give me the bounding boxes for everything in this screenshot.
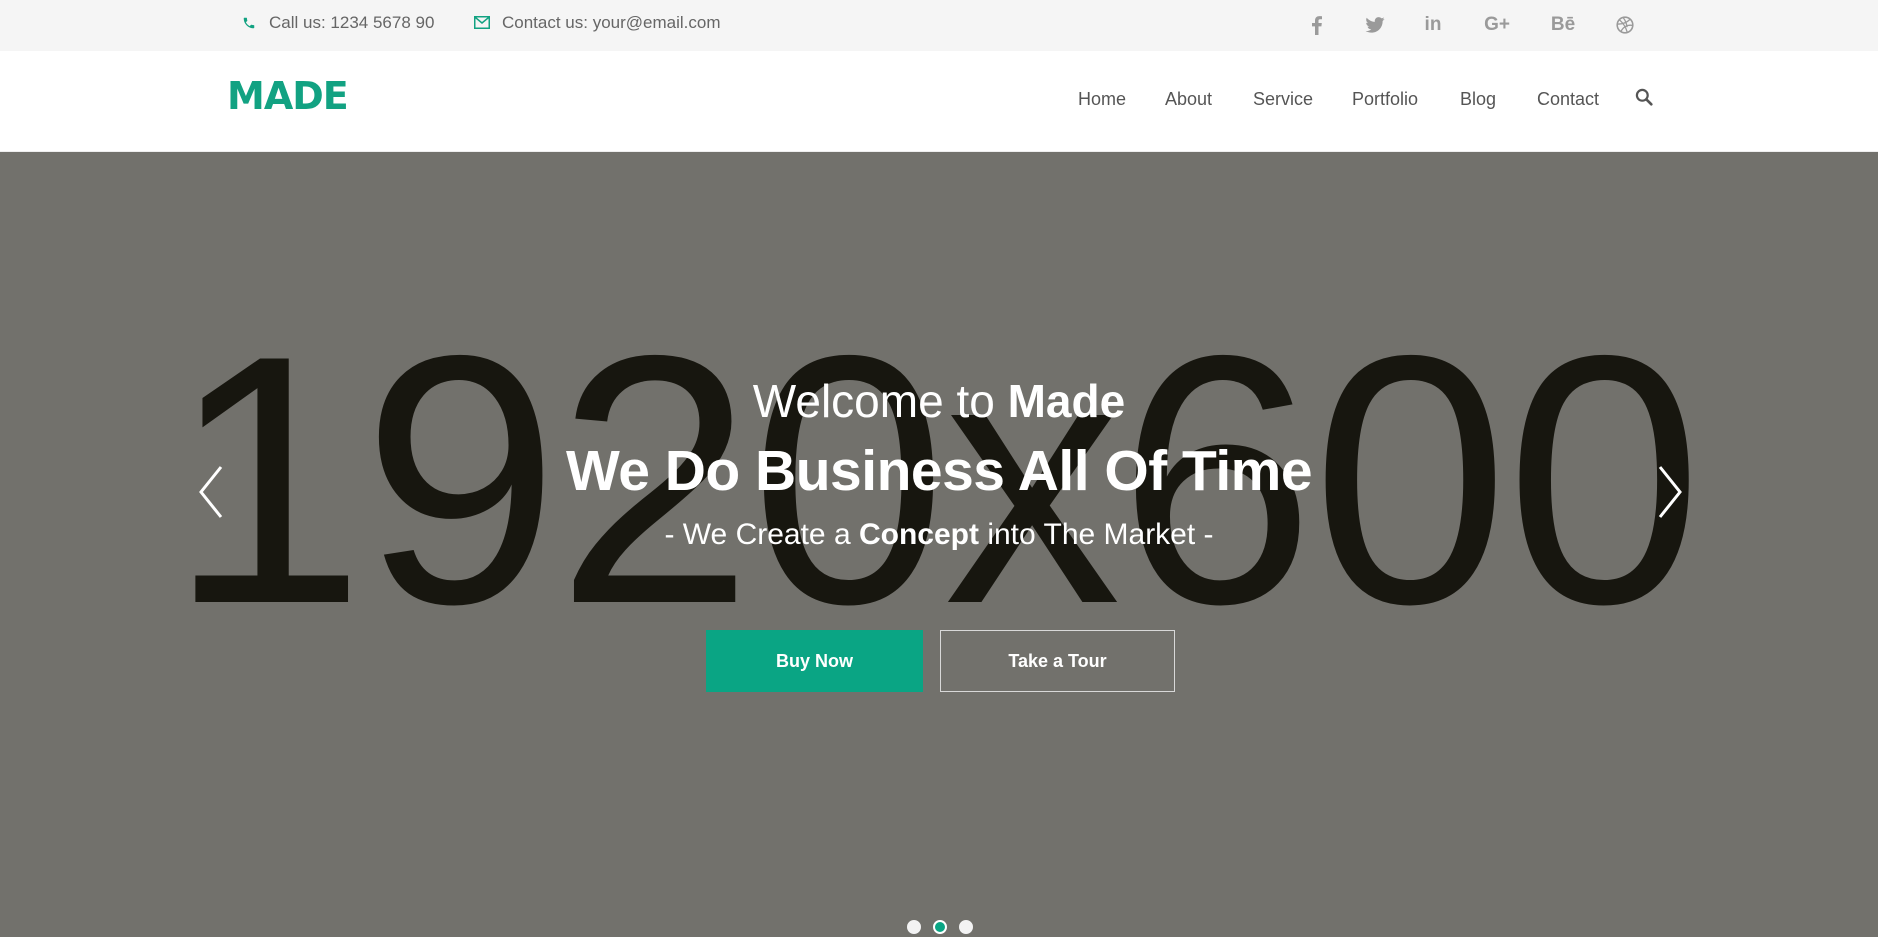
slide-dot-3[interactable] <box>959 920 973 934</box>
nav-blog[interactable]: Blog <box>1460 89 1496 110</box>
nav-contact[interactable]: Contact <box>1537 89 1599 110</box>
envelope-icon <box>472 13 492 33</box>
slide-dot-1[interactable] <box>907 920 921 934</box>
top-bar: Call us: 1234 5678 90 Contact us: your@e… <box>0 0 1878 51</box>
twitter-icon[interactable] <box>1364 10 1386 40</box>
nav-about[interactable]: About <box>1165 89 1212 110</box>
buy-now-button[interactable]: Buy Now <box>706 630 923 692</box>
dribbble-icon[interactable] <box>1614 10 1636 40</box>
hero-headline: We Do Business All Of Time <box>565 439 1313 503</box>
welcome-brand: Made <box>1007 375 1126 427</box>
phone-text: Call us: 1234 5678 90 <box>269 12 435 32</box>
nav-home[interactable]: Home <box>1078 89 1126 110</box>
nav-service[interactable]: Service <box>1253 89 1313 110</box>
tagline-suffix: into The Market - <box>987 518 1214 551</box>
email-contact[interactable]: Contact us: your@email.com <box>472 0 721 45</box>
site-header: MADE Home About Service Portfolio Blog C… <box>0 51 1878 152</box>
logo[interactable]: MADE <box>227 74 349 118</box>
behance-label: Bē <box>1550 14 1576 35</box>
facebook-icon[interactable] <box>1307 10 1327 40</box>
phone-contact[interactable]: Call us: 1234 5678 90 <box>239 0 434 45</box>
behance-icon[interactable]: Bē <box>1549 10 1577 40</box>
search-icon[interactable] <box>1635 88 1655 108</box>
take-a-tour-button[interactable]: Take a Tour <box>940 630 1175 692</box>
nav-portfolio[interactable]: Portfolio <box>1352 89 1418 110</box>
phone-icon <box>239 13 259 33</box>
hero-welcome: Welcome to Made <box>0 374 1878 428</box>
welcome-prefix: Welcome to <box>752 375 995 427</box>
slider-pagination <box>907 920 973 934</box>
linkedin-label: in <box>1424 14 1442 35</box>
slide-dot-2[interactable] <box>933 920 947 934</box>
hero-slider: 1920x600 Welcome to Made We Do Business … <box>0 152 1878 937</box>
hero-tagline: - We Create a Concept into The Market - <box>0 518 1878 552</box>
linkedin-icon[interactable]: in <box>1421 10 1445 40</box>
google-plus-label: G+ <box>1484 14 1510 35</box>
tagline-prefix: - We Create a <box>664 518 851 551</box>
tagline-bold: Concept <box>858 518 979 551</box>
email-text: Contact us: your@email.com <box>502 12 721 32</box>
google-plus-icon[interactable]: G+ <box>1482 10 1512 40</box>
